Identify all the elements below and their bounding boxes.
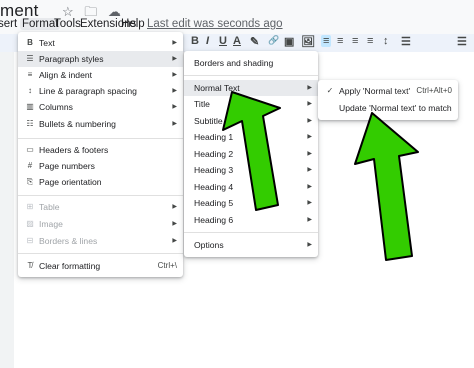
annotation-arrows: [222, 91, 419, 261]
green-arrow-left: [222, 91, 281, 211]
green-arrow-right: [354, 112, 419, 261]
